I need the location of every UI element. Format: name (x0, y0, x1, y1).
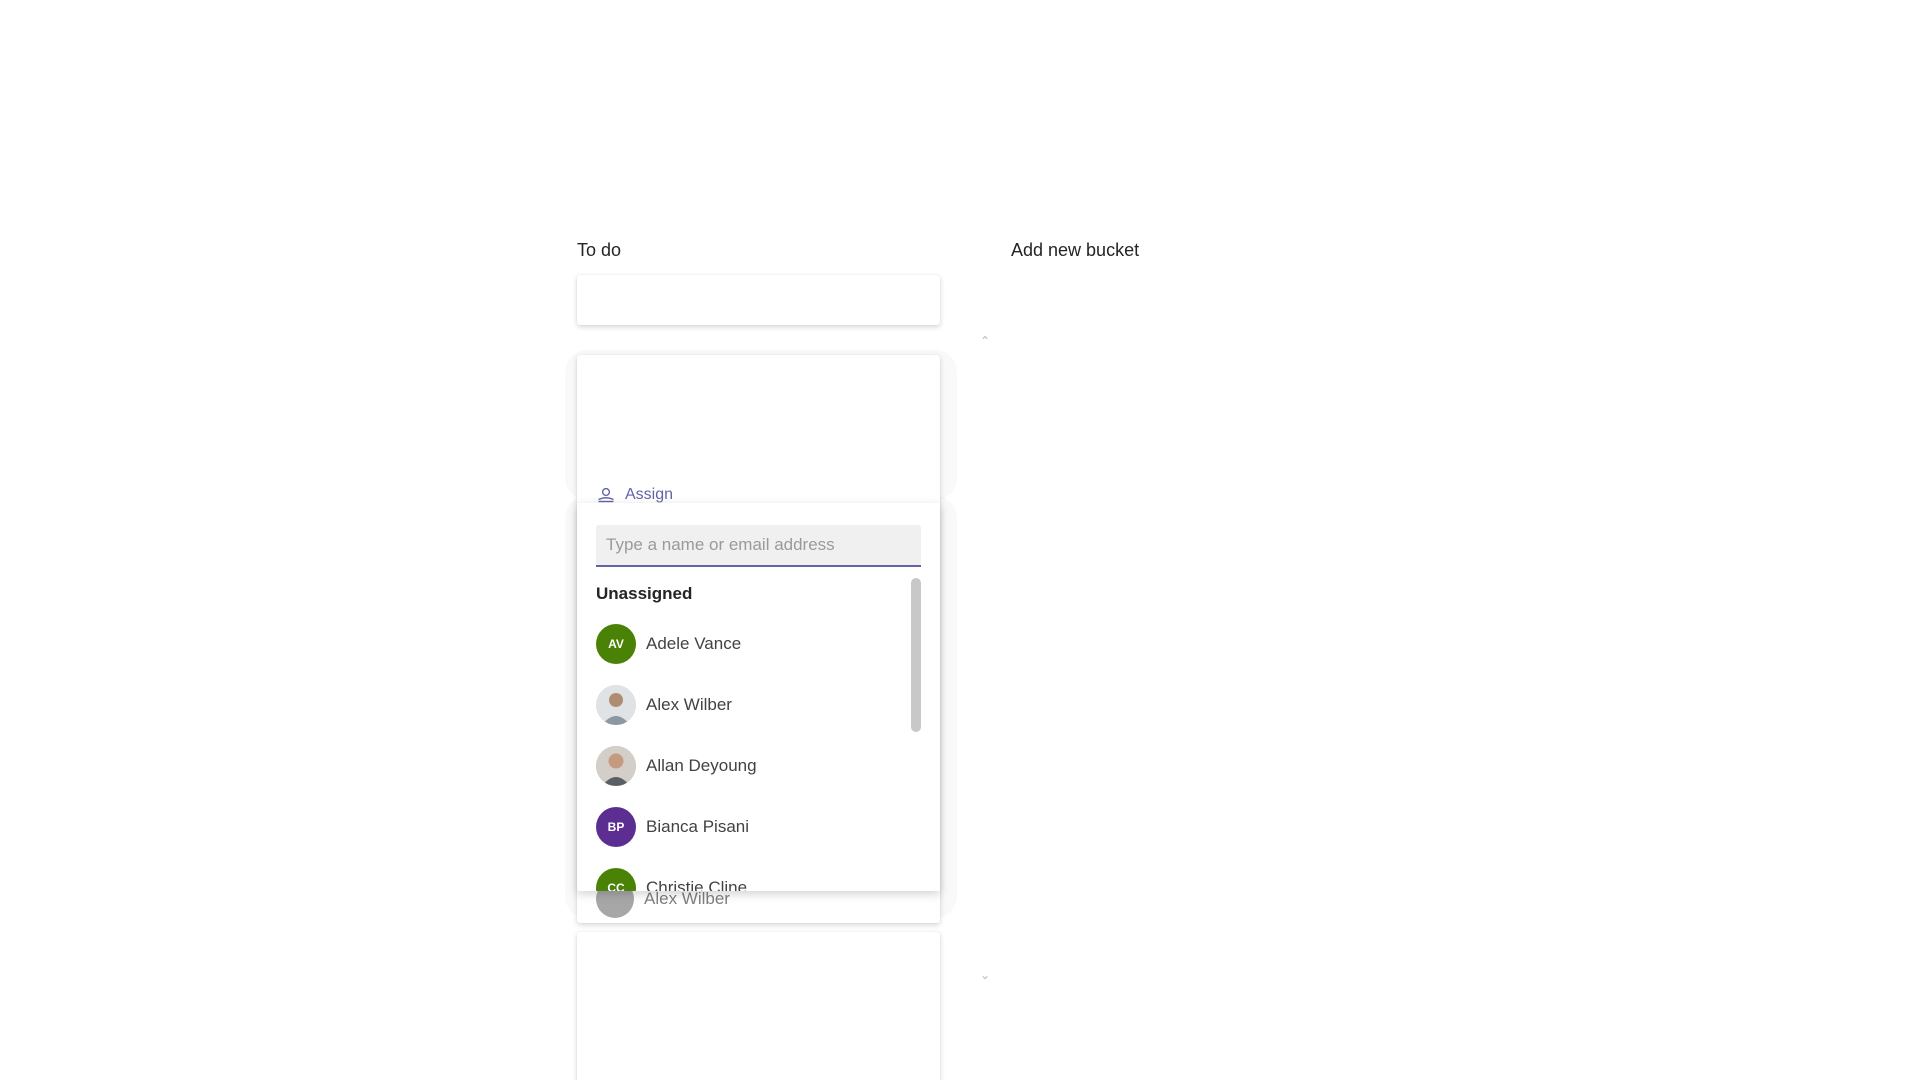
person-option[interactable]: AV Adele Vance (596, 623, 741, 665)
user-photo-icon (596, 685, 636, 725)
task-card[interactable] (577, 275, 940, 325)
avatar-photo (596, 746, 636, 786)
person-option[interactable]: CC Christie Cline (596, 867, 747, 891)
person-name: Bianca Pisani (646, 817, 750, 836)
search-box[interactable] (596, 525, 921, 567)
person-name: Allan Deyoung (646, 756, 757, 775)
assign-person-icon (597, 487, 615, 503)
person-name: Adele Vance (646, 634, 742, 653)
bucket-title-todo: To do (577, 240, 622, 260)
person-name: Alex Wilber (646, 695, 732, 714)
user-photo-icon (596, 746, 636, 786)
assign-label: Assign (625, 486, 674, 503)
add-new-bucket-button[interactable]: Add new bucket (1011, 240, 1139, 261)
search-input[interactable] (596, 525, 921, 565)
person-name: Christie Cline (646, 878, 748, 891)
person-option[interactable]: BP Bianca Pisani (596, 806, 749, 848)
assignee-name: Alex Wilber (644, 889, 730, 908)
planner-board: To do Add new bucket ⌃ ⌄ Alex Wilber Ass… (0, 0, 1920, 1080)
group-label: Unassigned (596, 584, 693, 603)
avatar-photo (596, 685, 636, 725)
scroll-down-icon[interactable]: ⌄ (978, 968, 992, 982)
avatar-initials: BP (607, 820, 625, 834)
avatar: BP (596, 807, 636, 847)
avatar: CC (596, 868, 636, 891)
avatar: AV (596, 624, 636, 664)
avatar-initials: AV (608, 637, 624, 651)
avatar-initials: CC (607, 881, 625, 891)
task-card[interactable] (577, 932, 940, 1080)
assignee-picker: Unassigned AV Adele Vance Alex Wilber (577, 503, 940, 891)
scrollbar[interactable] (911, 578, 921, 732)
person-option[interactable]: Allan Deyoung (596, 745, 757, 787)
scroll-up-icon[interactable]: ⌃ (978, 334, 992, 348)
person-option[interactable]: Alex Wilber (596, 684, 732, 726)
